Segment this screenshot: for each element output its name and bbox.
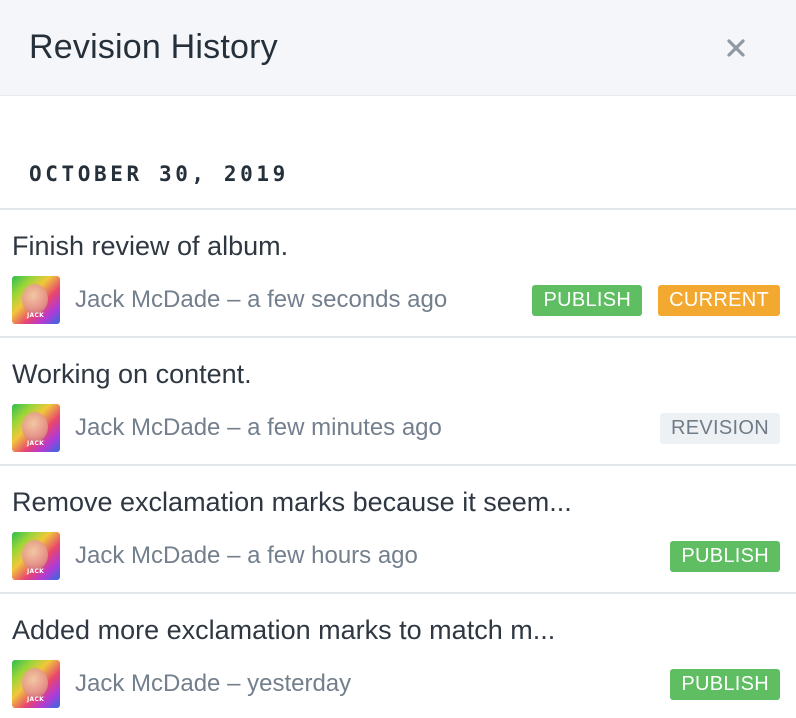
- revision-badges: REVISION: [660, 412, 780, 444]
- avatar-label: JACK: [27, 696, 45, 703]
- revision-badges: PUBLISH CURRENT: [532, 284, 780, 316]
- author-name: Jack McDade: [75, 286, 221, 313]
- revision-message: Added more exclamation marks to match m.…: [12, 615, 556, 645]
- date-group-heading: OCTOBER 30, 2019: [29, 162, 289, 186]
- close-icon: [727, 38, 745, 57]
- revision-message: Working on content.: [12, 359, 252, 389]
- avatar-label: JACK: [27, 312, 45, 319]
- author-name: Jack McDade: [75, 670, 221, 697]
- revision-time: a few minutes ago: [247, 414, 442, 441]
- revision-meta: JACK Jack McDade – a few hours ago PUBLISH: [12, 532, 780, 580]
- revision-time: yesterday: [247, 670, 352, 697]
- revision-item[interactable]: Working on content. JACK Jack McDade – a f…: [0, 338, 796, 466]
- revision-author-time: Jack McDade – a few hours ago: [75, 542, 670, 570]
- panel-title: Revision History: [29, 28, 278, 66]
- revision-item[interactable]: Added more exclamation marks to match m.…: [0, 594, 796, 718]
- revision-time: a few hours ago: [247, 542, 418, 569]
- revision-history-panel: Revision History OCTOBER 30, 2019 Finish…: [0, 0, 796, 718]
- revision-meta: JACK Jack McDade – a few minutes ago REVIS…: [12, 404, 780, 452]
- avatar-label: JACK: [27, 440, 45, 447]
- revision-message: Remove exclamation marks because it seem…: [12, 487, 572, 517]
- avatar-face: [22, 540, 48, 570]
- revision-item[interactable]: Finish review of album. JACK Jack McDade –…: [0, 210, 796, 338]
- revision-badges: PUBLISH: [670, 540, 780, 572]
- publish-badge: PUBLISH: [670, 540, 780, 572]
- avatar: JACK: [12, 532, 60, 580]
- revision-meta: JACK Jack McDade – yesterday PUBLISH: [12, 660, 780, 708]
- revision-list: Finish review of album. JACK Jack McDade –…: [0, 208, 796, 718]
- author-time-separator: –: [227, 670, 241, 697]
- avatar-face: [22, 412, 48, 442]
- panel-header: Revision History: [0, 0, 796, 96]
- avatar-label: JACK: [27, 568, 45, 575]
- current-badge: CURRENT: [658, 284, 780, 316]
- publish-badge: PUBLISH: [670, 668, 780, 700]
- close-button[interactable]: [722, 34, 750, 62]
- revision-author-time: Jack McDade – a few seconds ago: [75, 286, 532, 314]
- avatar: JACK: [12, 276, 60, 324]
- revision-meta: JACK Jack McDade – a few seconds ago PUBLI…: [12, 276, 780, 324]
- avatar: JACK: [12, 660, 60, 708]
- revision-time: a few seconds ago: [247, 286, 448, 313]
- revision-item[interactable]: Remove exclamation marks because it seem…: [0, 466, 796, 594]
- revision-badges: PUBLISH: [670, 668, 780, 700]
- avatar: JACK: [12, 404, 60, 452]
- revision-author-time: Jack McDade – a few minutes ago: [75, 414, 660, 442]
- avatar-face: [22, 668, 48, 698]
- revision-message: Finish review of album.: [12, 231, 289, 261]
- author-time-separator: –: [227, 414, 241, 441]
- author-name: Jack McDade: [75, 542, 221, 569]
- author-time-separator: –: [227, 286, 241, 313]
- revision-status-badge: REVISION: [660, 412, 780, 444]
- avatar-face: [22, 284, 48, 314]
- author-name: Jack McDade: [75, 414, 221, 441]
- revision-author-time: Jack McDade – yesterday: [75, 670, 670, 698]
- publish-badge: PUBLISH: [532, 284, 643, 316]
- author-time-separator: –: [227, 542, 241, 569]
